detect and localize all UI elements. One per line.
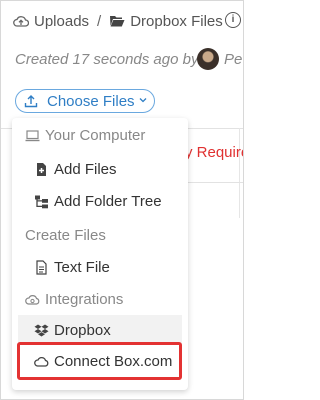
page-frame: Uploads / Dropbox Files i Created 17 sec… — [0, 0, 244, 400]
highlight-box — [17, 342, 182, 380]
file-plus-icon — [37, 162, 46, 176]
menu-item-dropbox[interactable]: Dropbox — [18, 315, 182, 345]
breadcrumb-separator: / — [97, 12, 102, 30]
divider-vertical — [239, 128, 240, 218]
user-name-truncated[interactable]: Pe — [224, 51, 242, 68]
info-icon[interactable]: i — [225, 12, 241, 28]
avatar[interactable] — [197, 48, 219, 70]
menu-item-label: Add Folder Tree — [54, 192, 162, 210]
menu-item-add-folder-tree[interactable]: Add Folder Tree — [12, 186, 188, 216]
menu-item-label: Dropbox — [54, 321, 111, 339]
dropbox-icon — [34, 324, 49, 336]
menu-item-add-files[interactable]: Add Files — [12, 154, 188, 184]
choose-files-button[interactable]: Choose Files — [15, 89, 155, 113]
section-label: Your Computer — [45, 126, 146, 144]
section-integrations: Integrations — [12, 284, 188, 314]
breadcrumb: Uploads / Dropbox Files — [13, 10, 243, 32]
choose-files-label: Choose Files — [47, 92, 135, 110]
laptop-icon — [25, 129, 40, 141]
menu-item-label: Text File — [54, 258, 110, 276]
text-file-icon — [36, 259, 47, 275]
cloud-integrations-icon — [25, 294, 40, 305]
section-label: Integrations — [45, 290, 124, 308]
upload-cloud-icon — [13, 16, 29, 27]
chevron-down-icon — [139, 98, 147, 103]
breadcrumb-uploads-link[interactable]: Uploads — [34, 13, 89, 30]
menu-item-text-file[interactable]: Text File — [12, 252, 188, 282]
section-create-files: Create Files — [12, 220, 188, 250]
menu-item-label: Add Files — [54, 160, 117, 178]
required-text: y Require — [185, 144, 244, 161]
breadcrumb-current: Dropbox Files — [130, 12, 223, 30]
created-meta: Created 17 seconds ago by — [15, 51, 199, 68]
section-your-computer: Your Computer — [12, 120, 188, 150]
upload-icon — [24, 95, 38, 108]
folder-open-icon — [110, 16, 125, 27]
divider — [187, 182, 243, 183]
section-label: Create Files — [25, 226, 106, 244]
folder-tree-icon — [35, 195, 48, 208]
